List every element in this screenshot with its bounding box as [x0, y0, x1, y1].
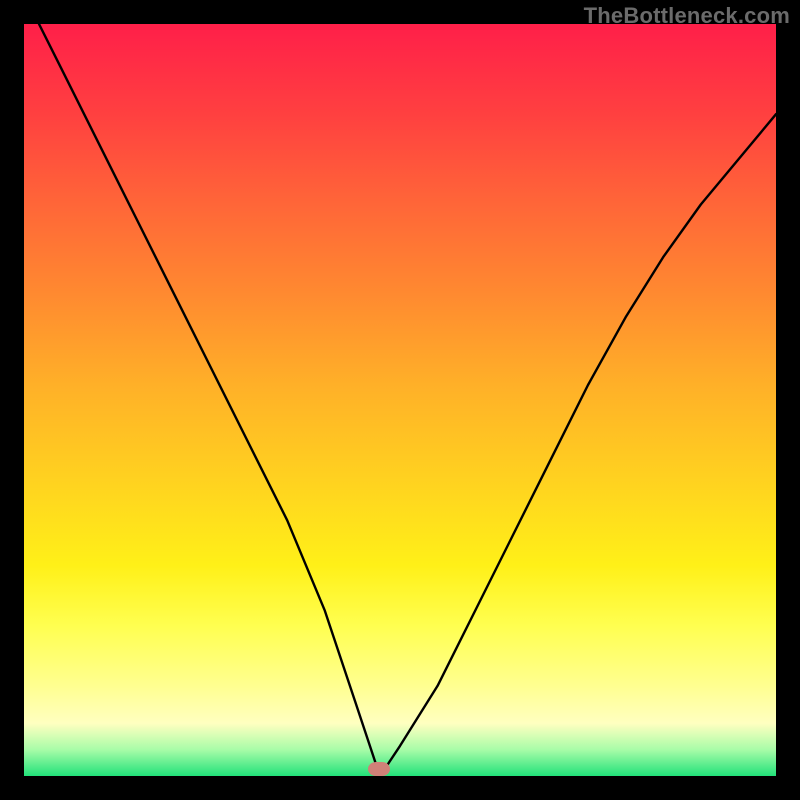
bottleneck-curve [24, 24, 776, 776]
chart-plot-area [24, 24, 776, 776]
optimal-point-marker [368, 762, 390, 776]
watermark-label: TheBottleneck.com [584, 3, 790, 29]
